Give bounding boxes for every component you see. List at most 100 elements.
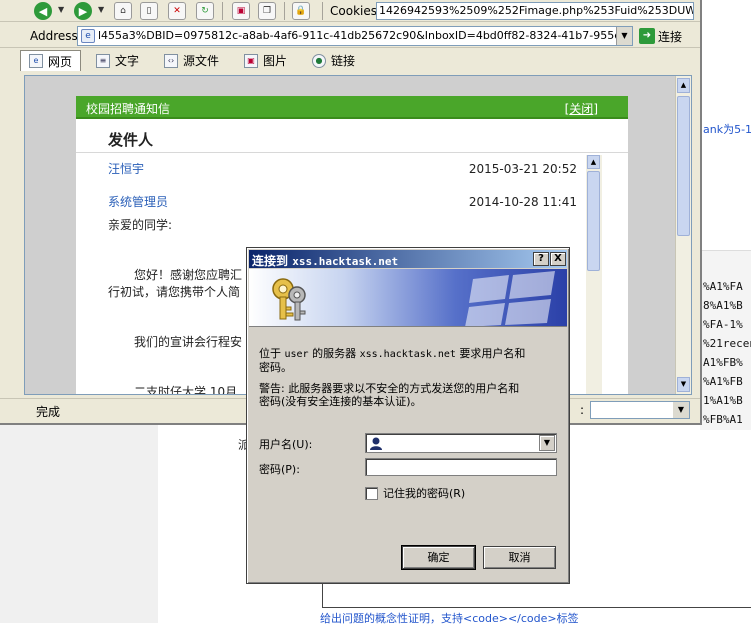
- sender-link[interactable]: 系统管理员: [108, 193, 168, 210]
- remember-password-checkbox[interactable]: [365, 486, 378, 500]
- tab-source[interactable]: ‹› 源文件: [156, 50, 227, 71]
- username-label: 用户名(U):: [259, 438, 313, 451]
- message-text: 的服务器: [312, 347, 357, 360]
- dialog-title-bar[interactable]: 连接到 xss.hacktask.net ? X: [249, 250, 567, 268]
- message-body-line: 二支时仔大学 10月: [134, 385, 238, 395]
- scroll-up-icon[interactable]: ▲: [677, 78, 690, 93]
- address-url: l455a3%DBID=0975812c-a8ab-4af6-911c-41db…: [98, 29, 632, 42]
- code-line: %A1%FA: [703, 280, 743, 293]
- scroll-down-icon[interactable]: ▼: [677, 377, 690, 392]
- code-line: 8%A1%B: [703, 299, 743, 312]
- scroll-thumb[interactable]: [677, 96, 690, 236]
- toolbar-divider: [284, 2, 285, 20]
- back-icon[interactable]: ◀: [34, 2, 52, 20]
- tab-images[interactable]: ▣ 图片: [236, 50, 295, 71]
- tab-webpage[interactable]: e 网页: [20, 50, 82, 71]
- status-select[interactable]: ▼: [590, 401, 690, 419]
- cookies-label: Cookies:: [330, 4, 382, 18]
- toolbar-divider: [222, 2, 223, 20]
- code-line: %A1%FB: [703, 375, 743, 388]
- message-user: user: [284, 349, 309, 360]
- copy-icon[interactable]: ❐: [258, 2, 276, 20]
- toolbar-divider: [322, 2, 323, 20]
- mail-close-link[interactable]: [关闭]: [565, 100, 598, 117]
- webpage-icon: e: [29, 54, 43, 68]
- back-dropdown-icon[interactable]: ▼: [58, 5, 64, 14]
- background-link[interactable]: ank为5-1: [703, 121, 751, 137]
- cancel-button[interactable]: 取消: [483, 546, 556, 569]
- status-dropdown-icon[interactable]: ▼: [673, 402, 689, 418]
- sender-link[interactable]: 汪恒宇: [108, 160, 144, 177]
- warning-text: 密码(没有安全连接的基本认证)。: [259, 395, 422, 408]
- password-input[interactable]: [365, 458, 557, 476]
- home-icon[interactable]: ⌂: [114, 2, 132, 20]
- go-button[interactable]: ➜ 连接: [639, 27, 682, 45]
- forward-dropdown-icon[interactable]: ▼: [98, 5, 104, 14]
- code-line: %FB%A1: [703, 413, 743, 426]
- message-text: 要求用户名和: [459, 347, 526, 360]
- cookies-input[interactable]: 1426942593%2509%252Fimage.php%253Fuid%25…: [376, 2, 694, 20]
- message-text: 位于: [259, 347, 281, 360]
- tab-text[interactable]: ≡ 文字: [88, 50, 147, 71]
- tab-label: 文字: [115, 54, 140, 68]
- globe-icon: ●: [312, 53, 326, 68]
- tab-label: 网页: [48, 54, 73, 69]
- mail-title: 校园招聘通知信: [86, 102, 171, 116]
- go-label: 连接: [658, 29, 683, 44]
- refresh-icon[interactable]: ↻: [196, 2, 214, 20]
- warning-text: 警告: 此服务器要求以不安全的方式发送您的用户名和: [259, 382, 520, 395]
- view-tabs: e 网页 ≡ 文字 ‹› 源文件 ▣ 图片 ● 链接: [0, 49, 700, 72]
- address-input[interactable]: e l455a3%DBID=0975812c-a8ab-4af6-911c-41…: [77, 26, 633, 46]
- stop-icon[interactable]: ✕: [168, 2, 186, 20]
- mail-close-label: 关闭: [569, 102, 594, 116]
- message-body-line: 我们的宣讲会行程安: [134, 335, 243, 349]
- auth-dialog: 连接到 xss.hacktask.net ? X 位于 user 的服务器 xs: [246, 247, 570, 584]
- sender-heading: 发件人: [108, 131, 154, 149]
- scroll-thumb[interactable]: [587, 171, 600, 271]
- windows-logo-icon: [465, 271, 555, 326]
- message-body-line: 行初试，请您携带个人简: [108, 285, 241, 299]
- image-icon: ▣: [244, 53, 258, 68]
- background-divider: [322, 607, 751, 608]
- address-bar: Address: e l455a3%DBID=0975812c-a8ab-4af…: [0, 24, 700, 48]
- dialog-message: 位于 user 的服务器 xss.hacktask.net 要求用户名和 密码。: [259, 347, 559, 374]
- message-body-line: 您好！感谢您应聘汇: [134, 268, 243, 282]
- dialog-warning: 警告: 此服务器要求以不安全的方式发送您的用户名和 密码(没有安全连接的基本认证…: [259, 382, 559, 408]
- page-icon: e: [81, 29, 95, 43]
- new-page-icon[interactable]: ▯: [140, 2, 158, 20]
- code-line: 1%A1%B: [703, 394, 743, 407]
- message-text: 密码。: [259, 361, 292, 374]
- source-file-icon: ‹›: [164, 53, 178, 68]
- tab-label: 源文件: [183, 54, 220, 68]
- message-scrollbar[interactable]: ▲: [586, 155, 602, 394]
- dialog-title-prefix: 连接到: [252, 254, 289, 268]
- password-label: 密码(P):: [259, 463, 300, 476]
- code-line: %21recen: [703, 337, 751, 350]
- background-divider: [322, 582, 323, 608]
- ok-button[interactable]: 确定: [401, 545, 476, 570]
- status-colon: :: [580, 403, 585, 417]
- username-dropdown-icon[interactable]: ▼: [539, 435, 555, 451]
- mail-header: 校园招聘通知信 [关闭]: [76, 96, 628, 119]
- page-scrollbar[interactable]: ▲ ▼: [675, 76, 691, 394]
- forward-icon[interactable]: ▶: [74, 2, 92, 20]
- help-button[interactable]: ?: [533, 252, 549, 266]
- background-bottom-link[interactable]: 给出问题的概念性证明，支持<code></code>标签: [320, 610, 579, 626]
- scroll-up-icon[interactable]: ▲: [587, 155, 600, 169]
- remember-password-option[interactable]: 记住我的密码(R): [365, 485, 465, 501]
- username-select[interactable]: ▼: [365, 433, 557, 453]
- go-arrow-icon: ➜: [639, 28, 655, 44]
- close-button[interactable]: X: [550, 252, 566, 266]
- tab-label: 链接: [331, 54, 356, 68]
- tab-links[interactable]: ● 链接: [304, 50, 363, 71]
- background-gray-area: [0, 425, 158, 623]
- message-time: 2015-03-21 20:52: [468, 162, 577, 176]
- address-label: Address:: [30, 29, 82, 43]
- lock-icon[interactable]: 🔒: [292, 2, 310, 20]
- text-file-icon: ≡: [96, 53, 110, 68]
- navigation-toolbar: ◀ ▼ ▶ ▼ ⌂ ▯ ✕ ↻ ▣ ❐ 🔒 Cookies: 142694259…: [0, 0, 700, 22]
- dialog-title: 连接到 xss.hacktask.net: [252, 252, 398, 269]
- message-time: 2014-10-28 11:41: [468, 195, 577, 209]
- print-icon[interactable]: ▣: [232, 2, 250, 20]
- address-dropdown-icon[interactable]: ▼: [616, 27, 632, 45]
